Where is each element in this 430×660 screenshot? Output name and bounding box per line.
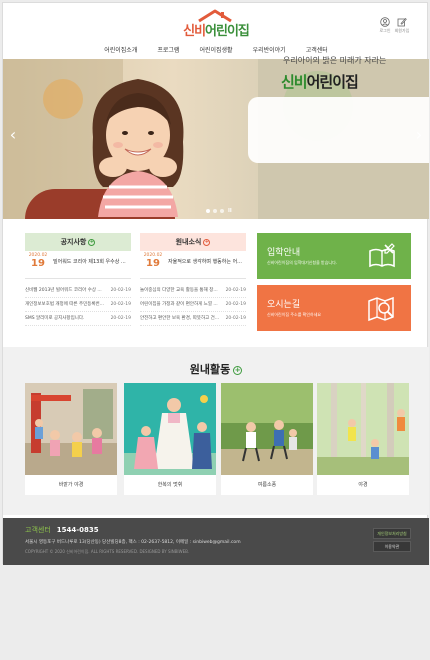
hero-pause-button[interactable]: II xyxy=(228,208,232,214)
page: 신비어린이집 로그인 회원가입 어린이집소개 프로그램 어린이집생활 우리반이야… xyxy=(0,0,430,660)
footer-cs: 고객센터 1544-0835 xyxy=(25,525,99,535)
activity-label: 여름소풍 xyxy=(257,482,277,488)
activity-label: 한복의 멋휘 xyxy=(157,482,183,488)
list-item-date: 20-02-19 xyxy=(225,316,246,321)
list-item-title: 신비웹 2013년 빌어워드 코리아 수상 ... xyxy=(25,288,102,293)
notice-more-icon[interactable]: + xyxy=(88,238,96,246)
admission-sub: 신비어린이집의 입학대기신청을 받습니다. xyxy=(267,260,338,265)
list-item[interactable]: 어린이집을 가정과 같이 편안하게 느낄 ... 20-02-19 xyxy=(140,298,246,312)
list-item[interactable]: SMS 알리미로 공지사항입니다. 20-02-19 xyxy=(25,312,131,326)
activity-card[interactable]: 야경 xyxy=(317,383,409,495)
hero-dot-3[interactable] xyxy=(220,209,224,213)
news-title: 원내소식 xyxy=(175,238,202,246)
list-item-title: 안전하고 편안한 보육 환경, 따뜻하고 건... xyxy=(140,316,220,321)
directions-sub: 신비어린이집 주소를 확인하세요 xyxy=(267,312,322,317)
activity-photo-hanbok xyxy=(124,383,216,475)
terms-button[interactable]: 이용약관 xyxy=(373,541,411,552)
activity-photo-forest xyxy=(317,383,409,475)
privacy-policy-button[interactable]: 개인정보처리방침 xyxy=(373,528,411,539)
activity-card[interactable]: 여름소풍 xyxy=(221,383,313,495)
notice-board: 공지사항 + 2020.02 19 빌어워드 코리아 제13회 우수상 ... 신… xyxy=(25,233,131,326)
notice-featured-text: 빌어워드 코리아 제13회 우수상 ... xyxy=(53,259,126,265)
activities-header[interactable]: 원내활동 + xyxy=(3,361,429,377)
activity-photo-picnic xyxy=(221,383,313,475)
activity-card[interactable]: 바깥가 야경 xyxy=(25,383,117,495)
nav-item-about[interactable]: 어린이집소개 xyxy=(94,45,147,57)
logo-part1: 신비 xyxy=(183,24,206,39)
activity-label: 바깥가 야경 xyxy=(58,482,84,488)
footer-cs-phone: 1544-0835 xyxy=(56,526,99,534)
book-icon xyxy=(369,243,395,268)
notice-featured-day: 19 xyxy=(31,258,45,269)
list-item-date: 20-02-19 xyxy=(110,316,131,321)
news-featured-text: 자율적으로 생각하며 행동하는 어... xyxy=(168,259,242,265)
news-header[interactable]: 원내소식 + xyxy=(140,233,246,251)
activity-label: 야경 xyxy=(358,482,368,488)
hero-brand-a: 신비 xyxy=(281,73,308,91)
hero-caption-box xyxy=(248,97,429,163)
logo-text: 신비어린이집 xyxy=(171,20,261,39)
hero-banner xyxy=(3,59,429,219)
hero-prev-arrow-icon[interactable]: ‹ xyxy=(7,125,19,145)
notice-featured[interactable]: 2020.02 19 빌어워드 코리아 제13회 우수상 ... xyxy=(25,251,131,279)
activity-card[interactable]: 한복의 멋휘 xyxy=(124,383,216,495)
activities-more-icon[interactable]: + xyxy=(233,365,243,375)
news-more-icon[interactable]: + xyxy=(203,238,211,246)
list-item-title: 놀이중심의 다양한 교육 활동을 통해 창... xyxy=(140,288,218,293)
notice-featured-date: 2020.02 19 xyxy=(27,253,49,269)
notice-title: 공지사항 xyxy=(60,238,87,246)
list-item-title: 어린이집을 가정과 같이 편안하게 느낄 ... xyxy=(140,302,218,307)
site-logo[interactable]: 신비어린이집 xyxy=(171,9,261,39)
footer-copyright: COPYRIGHT © 2020 신비어린이집. ALL RIGHTS RESE… xyxy=(25,549,190,554)
news-featured-day: 19 xyxy=(146,258,160,269)
list-item[interactable]: 안전하고 편안한 보육 환경, 따뜻하고 건... 20-02-19 xyxy=(140,312,246,326)
news-board: 원내소식 + 2020.02 19 자율적으로 생각하며 행동하는 어... 놀이… xyxy=(140,233,246,326)
notice-header[interactable]: 공지사항 + xyxy=(25,233,131,251)
list-item[interactable]: 놀이중심의 다양한 교육 활동을 통해 창... 20-02-19 xyxy=(140,284,246,298)
hero-brand-b: 어린이집 xyxy=(306,73,359,91)
hero-pagination: II xyxy=(206,208,232,214)
hero-next-arrow-icon[interactable]: › xyxy=(413,125,425,145)
activity-photo-playground xyxy=(25,383,117,475)
edit-icon xyxy=(397,17,407,27)
hero-child-photo xyxy=(92,79,184,217)
hero-caption-brand: 신비어린이집 xyxy=(281,71,359,92)
list-item-title: 개인정보보호법 개정에 따른 주민등록번... xyxy=(25,302,104,307)
hero-caption-line1: 우리아이의 밝은 미래가 자라는 xyxy=(283,56,387,65)
admission-tile[interactable]: 입학안내 신비어린이집의 입학대기신청을 받습니다. xyxy=(257,233,411,279)
list-item-date: 20-02-19 xyxy=(225,302,246,307)
hero-dot-2[interactable] xyxy=(213,209,217,213)
list-item-date: 20-02-19 xyxy=(225,288,246,293)
news-featured[interactable]: 2020.02 19 자율적으로 생각하며 행동하는 어... xyxy=(140,251,246,279)
list-item[interactable]: 신비웹 2013년 빌어워드 코리아 수상 ... 20-02-19 xyxy=(25,284,131,298)
user-icon xyxy=(380,17,390,27)
site-frame: 신비어린이집 로그인 회원가입 어린이집소개 프로그램 어린이집생활 우리반이야… xyxy=(2,2,429,565)
logo-part2: 어린이집 xyxy=(205,24,250,39)
directions-tile[interactable]: 오시는길 신비어린이집 주소를 확인하세요 xyxy=(257,285,411,331)
signup-label: 회원가입 xyxy=(394,28,410,33)
list-item-date: 20-02-19 xyxy=(110,288,131,293)
nav-item-life[interactable]: 어린이집생활 xyxy=(189,45,242,57)
list-item[interactable]: 개인정보보호법 개정에 따른 주민등록번... 20-02-19 xyxy=(25,298,131,312)
list-item-title: SMS 알리미로 공지사항입니다. xyxy=(25,316,85,321)
admission-title: 입학안내 xyxy=(267,248,301,258)
hero-dot-1[interactable] xyxy=(206,209,210,213)
news-list: 놀이중심의 다양한 교육 활동을 통해 창... 20-02-19 어린이집을 가… xyxy=(140,284,246,326)
footer-address: 서울시 영등포구 버드나루로 13(당산동) 당산빌딩8층, 팩스 : 02-2… xyxy=(25,540,241,545)
notice-list: 신비웹 2013년 빌어워드 코리아 수상 ... 20-02-19 개인정보보호… xyxy=(25,284,131,326)
footer-cs-label: 고객센터 xyxy=(25,526,51,534)
directions-title: 오시는길 xyxy=(267,300,301,310)
nav-item-program[interactable]: 프로그램 xyxy=(147,45,189,57)
signup-link[interactable]: 회원가입 xyxy=(391,17,413,34)
news-featured-date: 2020.02 19 xyxy=(142,253,164,269)
list-item-date: 20-02-19 xyxy=(110,302,131,307)
activities-title: 원내활동 xyxy=(189,363,231,376)
map-search-icon xyxy=(368,296,394,322)
